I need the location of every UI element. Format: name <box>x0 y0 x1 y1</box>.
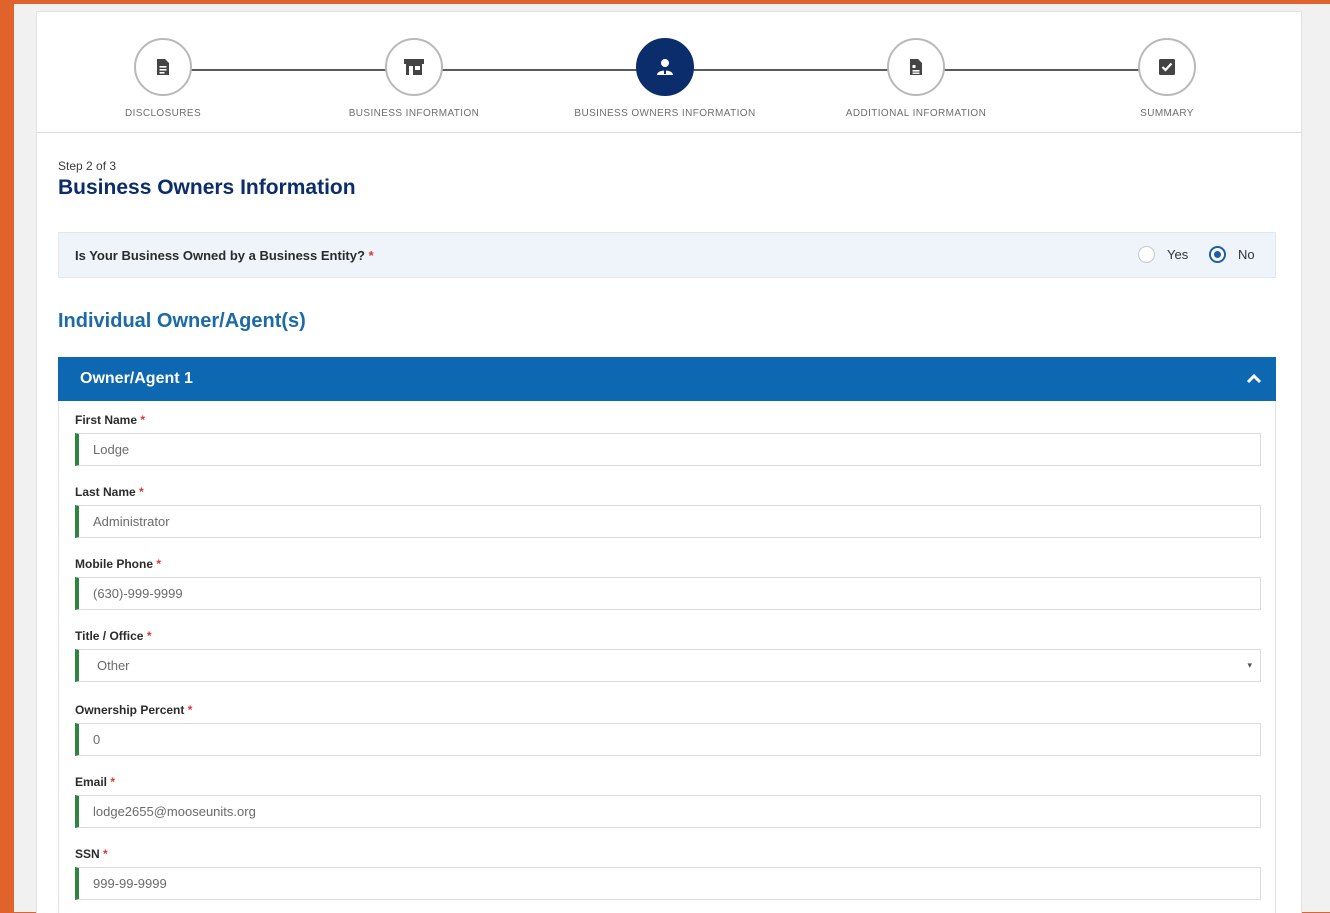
step-circle <box>1138 38 1196 96</box>
field-label: Title / Office * <box>75 629 1261 647</box>
page-title: Business Owners Information <box>58 176 356 199</box>
owner-agent-1-accordion-header[interactable]: Owner/Agent 1 <box>58 357 1276 401</box>
ssn-input[interactable]: 999-99-9999 <box>75 867 1261 900</box>
document-list-icon <box>910 59 922 75</box>
radio-no-label: No <box>1238 247 1255 262</box>
step-label: DISCLOSURES <box>124 108 202 119</box>
ownership-percent-field: Ownership Percent * 0 <box>75 703 1261 756</box>
title-office-selected-value: Other <box>97 658 130 673</box>
field-label-text: Email <box>75 775 108 789</box>
field-label: First Name * <box>75 413 1261 431</box>
email-input[interactable]: lodge2655@mooseunits.org <box>75 795 1261 828</box>
radio-yes-label: Yes <box>1167 247 1189 262</box>
field-label: Ownership Percent * <box>75 703 1261 721</box>
step-disclosures[interactable]: DISCLOSURES <box>63 38 263 119</box>
radio-yes[interactable] <box>1138 246 1155 263</box>
step-summary[interactable]: SUMMARY <box>1067 38 1267 119</box>
step-circle <box>887 38 945 96</box>
checkbox-icon <box>1159 59 1175 75</box>
step-business-owners-information[interactable]: BUSINESS OWNERS INFORMATION <box>565 38 765 119</box>
first-name-input[interactable]: Lodge <box>75 433 1261 466</box>
accordion-title: Owner/Agent 1 <box>80 370 193 387</box>
last-name-field: Last Name * Administrator <box>75 485 1261 538</box>
step-circle <box>134 38 192 96</box>
question-text: Is Your Business Owned by a Business Ent… <box>75 248 365 263</box>
radio-option-yes[interactable]: Yes <box>1138 246 1188 263</box>
email-field: Email * lodge2655@mooseunits.org <box>75 775 1261 828</box>
mobile-phone-field: Mobile Phone * (630)-999-9999 <box>75 557 1261 610</box>
field-label-text: Ownership Percent <box>75 703 185 717</box>
application-card: DISCLOSURES BUSINESS INFORMATION BUSINES… <box>36 11 1302 913</box>
required-marker: * <box>103 847 108 861</box>
progress-stepper: DISCLOSURES BUSINESS INFORMATION BUSINES… <box>37 12 1301 133</box>
radio-no[interactable] <box>1209 246 1226 263</box>
required-marker: * <box>110 775 116 789</box>
radio-option-no[interactable]: No <box>1209 246 1255 263</box>
step-label: SUMMARY <box>1140 108 1194 119</box>
title-office-field: Title / Office * Other ▾ <box>75 629 1261 682</box>
required-marker: * <box>156 557 162 571</box>
ownership-percent-input[interactable]: 0 <box>75 723 1261 756</box>
step-counter: Step 2 of 3 <box>58 159 117 173</box>
field-label: SSN * <box>75 847 1261 865</box>
required-marker: * <box>187 703 193 717</box>
step-label: ADDITIONAL INFORMATION <box>845 108 987 119</box>
first-name-field: First Name * Lodge <box>75 413 1261 466</box>
step-label: BUSINESS INFORMATION <box>348 108 480 119</box>
field-label-text: Title / Office <box>75 629 144 643</box>
field-label: Email * <box>75 775 1261 793</box>
select-arrow-icon: ▾ <box>1247 660 1252 670</box>
step-business-information[interactable]: BUSINESS INFORMATION <box>314 38 514 119</box>
document-icon <box>157 59 169 75</box>
section-title-individual-owners: Individual Owner/Agent(s) <box>58 310 306 332</box>
ssn-field: SSN * 999-99-9999 <box>75 847 1261 900</box>
step-label: BUSINESS OWNERS INFORMATION <box>574 108 756 119</box>
field-label: Mobile Phone * <box>75 557 1261 575</box>
field-label-text: Last Name <box>75 485 136 499</box>
step-additional-information[interactable]: ADDITIONAL INFORMATION <box>816 38 1016 119</box>
field-label: Last Name * <box>75 485 1261 503</box>
owner-agent-1-form: First Name * Lodge Last Name * Administr… <box>58 401 1276 913</box>
page-background: DISCLOSURES BUSINESS INFORMATION BUSINES… <box>14 4 1330 913</box>
title-office-select[interactable]: Other ▾ <box>75 649 1261 682</box>
required-marker: * <box>368 248 374 263</box>
required-marker: * <box>140 413 146 427</box>
field-label-text: SSN <box>75 847 100 861</box>
chevron-up-icon[interactable] <box>1244 369 1264 389</box>
step-circle <box>385 38 443 96</box>
last-name-input[interactable]: Administrator <box>75 505 1261 538</box>
field-label-text: Mobile Phone <box>75 557 153 571</box>
question-label: Is Your Business Owned by a Business Ent… <box>75 248 374 263</box>
mobile-phone-input[interactable]: (630)-999-9999 <box>75 577 1261 610</box>
person-icon <box>657 59 673 75</box>
storefront-icon <box>404 59 424 75</box>
field-label-text: First Name <box>75 413 138 427</box>
required-marker: * <box>146 629 152 643</box>
step-circle <box>636 38 694 96</box>
required-marker: * <box>139 485 144 499</box>
business-entity-question: Is Your Business Owned by a Business Ent… <box>58 232 1276 278</box>
